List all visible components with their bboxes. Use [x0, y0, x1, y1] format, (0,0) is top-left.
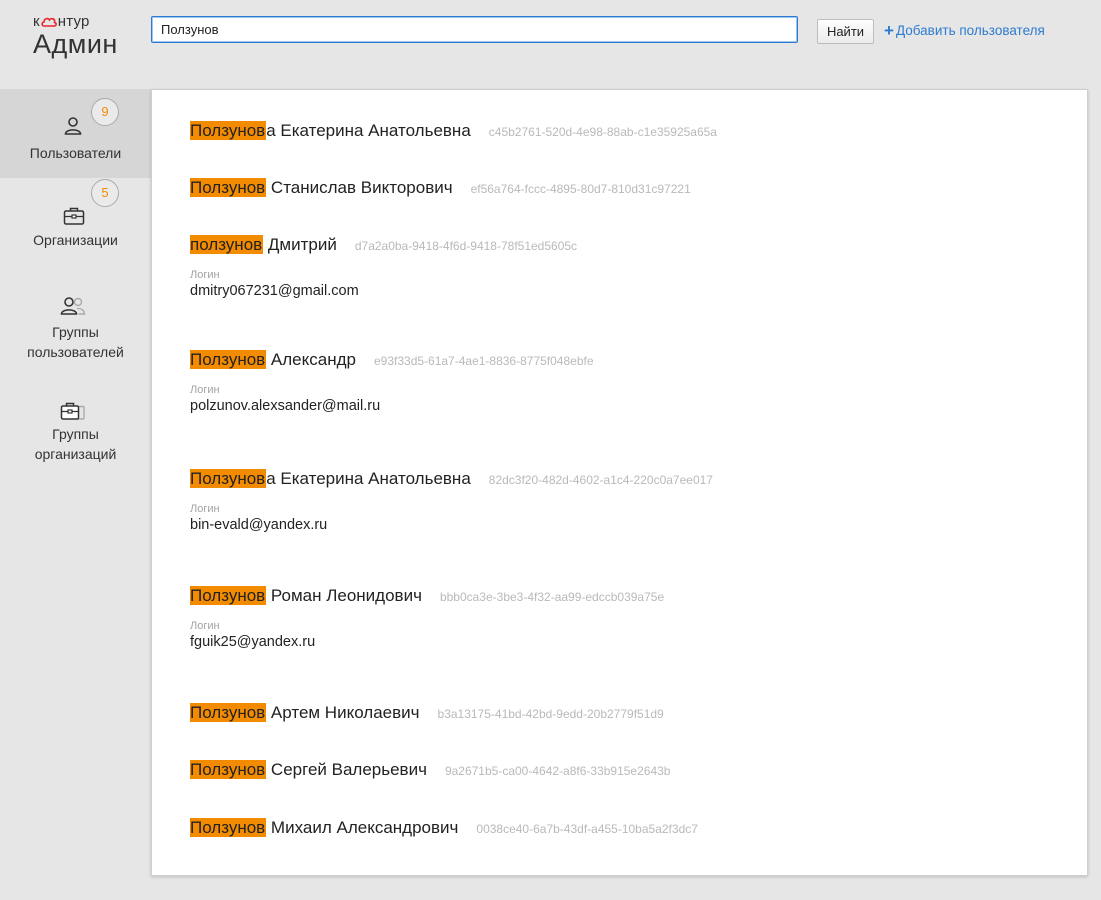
user-name-rest: Станислав Викторович [266, 178, 453, 197]
sidebar: 9 Пользователи 5 Организации Группы поль… [0, 89, 151, 481]
user-name-link[interactable]: Ползунова Екатерина Анатольевна [190, 121, 471, 141]
user-name-link[interactable]: ползунов Дмитрий [190, 235, 337, 255]
user-icon [64, 117, 82, 135]
user-name-rest: а Екатерина Анатольевна [266, 121, 471, 140]
list-item: Ползунов Артем Николаевич b3a13175-41bd-… [190, 703, 664, 723]
users-count-badge: 9 [91, 98, 119, 126]
login-label: Логин [190, 269, 220, 281]
sidebar-item-label: Организации [33, 232, 118, 248]
add-user-label: Добавить пользователя [895, 23, 1045, 38]
list-item: Ползунов Станислав Викторович ef56a764-f… [190, 178, 691, 198]
search-results-panel: Ползунова Екатерина Анатольевна c45b2761… [151, 89, 1088, 876]
user-name-rest: Михаил Александрович [266, 818, 459, 837]
user-name-rest: Роман Леонидович [266, 586, 422, 605]
list-item: Ползунова Екатерина Анатольевна 82dc3f20… [190, 469, 713, 533]
search-highlight: Ползунов [190, 178, 267, 197]
user-name-link[interactable]: Ползунов Александр [190, 350, 356, 370]
user-name-link[interactable]: Ползунов Артем Николаевич [190, 703, 420, 723]
briefcase-icon [63, 207, 85, 225]
user-id: b3a13175-41bd-42bd-9edd-20b2779f51d9 [437, 707, 664, 721]
login-label: Логин [190, 503, 220, 515]
sidebar-item-organizations[interactable]: 5 Организации [0, 178, 151, 273]
user-id: bbb0ca3e-3be3-4f32-aa99-edccb039a75e [439, 590, 665, 604]
users-group-icon [60, 297, 86, 315]
sidebar-item-label-line2: организаций [34, 446, 117, 462]
user-name-rest: Сергей Валерьевич [266, 760, 427, 779]
logo-brand-k: к [33, 13, 40, 30]
list-item: Ползунова Екатерина Анатольевна c45b2761… [190, 121, 717, 141]
user-name-rest: Александр [266, 350, 356, 369]
user-name-link[interactable]: Ползунова Екатерина Анатольевна [190, 469, 471, 489]
user-name-link[interactable]: Ползунов Станислав Викторович [190, 178, 453, 198]
login-value: bin-evald@yandex.ru [190, 517, 328, 533]
user-name-link[interactable]: Ползунов Михаил Александрович [190, 818, 458, 838]
logo-product-name: Админ [33, 29, 118, 59]
organizations-count-badge: 5 [91, 179, 119, 207]
search-button[interactable]: Найти [817, 19, 874, 44]
add-user-link[interactable]: + Добавить пользователя [884, 20, 1045, 40]
search-input[interactable] [151, 16, 798, 43]
sidebar-item-organization-groups[interactable]: Группы организаций [0, 381, 151, 481]
list-item: Ползунов Роман Леонидович bbb0ca3e-3be3-… [190, 586, 664, 650]
user-id: 0038ce40-6a7b-43df-a455-10ba5a2f3dc7 [476, 822, 698, 836]
search-highlight: Ползунов [190, 469, 267, 488]
sidebar-item-label: Пользователи [29, 145, 122, 161]
logo-brand: к нтур [33, 13, 90, 30]
sidebar-item-label-line1: Группы [52, 426, 99, 442]
sidebar-item-label-line1: Группы [52, 324, 99, 340]
kontur-admin-logo[interactable]: к нтур Админ [33, 13, 143, 73]
cloud-logo-icon [41, 17, 57, 27]
user-name-link[interactable]: Ползунов Сергей Валерьевич [190, 760, 427, 780]
search-highlight: ползунов [190, 235, 264, 254]
list-item: Ползунов Михаил Александрович 0038ce40-6… [190, 818, 698, 838]
sidebar-item-users[interactable]: 9 Пользователи [0, 89, 151, 178]
user-name-rest: Артем Николаевич [266, 703, 420, 722]
user-id: c45b2761-520d-4e98-88ab-c1e35925a65a [488, 125, 717, 139]
list-item: Ползунов Александр e93f33d5-61a7-4ae1-88… [190, 350, 594, 414]
list-item: ползунов Дмитрий d7a2a0ba-9418-4f6d-9418… [190, 235, 577, 299]
user-name-rest: Дмитрий [263, 235, 337, 254]
login-value: polzunov.alexsander@mail.ru [190, 398, 381, 414]
search-highlight: Ползунов [190, 586, 267, 605]
sidebar-item-label-line2: пользователей [27, 344, 124, 360]
user-id: e93f33d5-61a7-4ae1-8836-8775f048ebfe [373, 354, 594, 368]
search-highlight: Ползунов [190, 121, 267, 140]
login-label: Логин [190, 620, 220, 632]
user-id: 82dc3f20-482d-4602-a1c4-220c0a7ee017 [488, 473, 713, 487]
login-value: dmitry067231@gmail.com [190, 283, 359, 299]
search-highlight: Ползунов [190, 350, 267, 369]
user-name-rest: а Екатерина Анатольевна [266, 469, 471, 488]
user-name-link[interactable]: Ползунов Роман Леонидович [190, 586, 422, 606]
search-highlight: Ползунов [190, 703, 267, 722]
login-label: Логин [190, 384, 220, 396]
sidebar-item-user-groups[interactable]: Группы пользователей [0, 273, 151, 381]
search-highlight: Ползунов [190, 760, 267, 779]
login-value: fguik25@yandex.ru [190, 634, 316, 650]
briefcases-group-icon [60, 402, 85, 420]
search-highlight: Ползунов [190, 818, 267, 837]
logo-brand-rest: нтур [57, 13, 90, 30]
user-id: d7a2a0ba-9418-4f6d-9418-78f51ed5605c [354, 239, 578, 253]
user-id: 9a2671b5-ca00-4642-a8f6-33b915e2643b [444, 764, 671, 778]
user-id: ef56a764-fccc-4895-80d7-810d31c97221 [470, 182, 691, 196]
list-item: Ползунов Сергей Валерьевич 9a2671b5-ca00… [190, 760, 670, 780]
plus-icon: + [884, 20, 894, 40]
